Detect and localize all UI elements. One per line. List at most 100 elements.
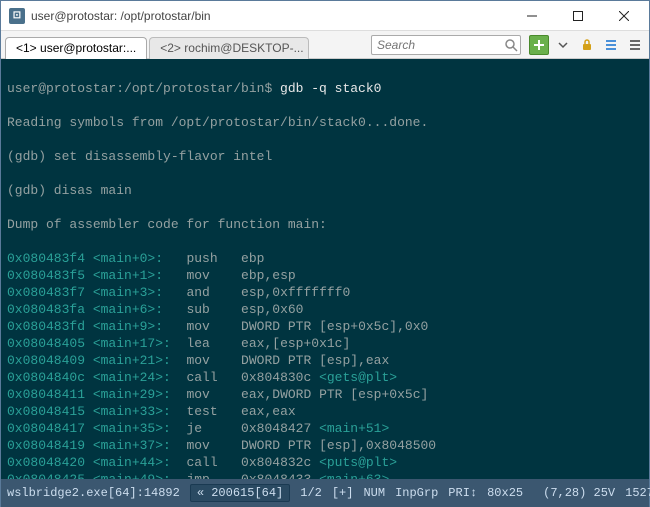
asm-line: 0x08048425 <main+49>: jmp 0x8048433 <mai… <box>7 471 643 479</box>
asm-symbol: <main+29>: <box>93 387 187 402</box>
status-pri: PRI↕ <box>448 486 477 500</box>
asm-mnemonic: push ebp <box>186 251 264 266</box>
asm-address: 0x080483fd <box>7 319 93 334</box>
status-pane: 1/2 <box>300 486 322 500</box>
asm-address: 0x080483f7 <box>7 285 93 300</box>
status-process: wslbridge2.exe[64]:14892 <box>7 486 180 500</box>
asm-line: 0x080483f5 <main+1>: mov ebp,esp <box>7 267 643 284</box>
new-tab-button[interactable] <box>529 35 549 55</box>
asm-address: 0x080483f5 <box>7 268 93 283</box>
asm-mnemonic: call 0x804830c <box>186 370 319 385</box>
asm-line: 0x0804840c <main+24>: call 0x804830c <ge… <box>7 369 643 386</box>
asm-symbol: <main+24>: <box>93 370 187 385</box>
dropdown-button[interactable] <box>553 35 573 55</box>
asm-arg-symbol: <main+51> <box>319 421 389 436</box>
tab-active[interactable]: <1> user@protostar:... <box>5 37 147 59</box>
search-wrap <box>371 35 521 55</box>
prompt-path: user@protostar:/opt/protostar/bin$ <box>7 81 280 96</box>
asm-address: 0x080483f4 <box>7 251 93 266</box>
asm-symbol: <main+9>: <box>93 319 187 334</box>
asm-symbol: <main+35>: <box>93 421 187 436</box>
asm-symbol: <main+37>: <box>93 438 187 453</box>
app-icon: ⊡ <box>9 8 25 24</box>
lock-button[interactable] <box>577 35 597 55</box>
asm-address: 0x0804840c <box>7 370 93 385</box>
asm-mnemonic: je 0x8048427 <box>186 421 319 436</box>
asm-mnemonic: mov DWORD PTR [esp+0x5c],0x0 <box>186 319 428 334</box>
asm-symbol: <main+49>: <box>93 472 187 479</box>
output-line: Reading symbols from /opt/protostar/bin/… <box>7 114 643 131</box>
asm-line: 0x08048419 <main+37>: mov DWORD PTR [esp… <box>7 437 643 454</box>
asm-mnemonic: mov eax,DWORD PTR [esp+0x5c] <box>186 387 428 402</box>
minimize-button[interactable] <box>509 1 555 31</box>
status-cursor: (7,28) 25V <box>543 486 615 500</box>
status-history-button[interactable]: « 200615[64] <box>190 484 290 502</box>
status-mem: 15272/12608 <box>625 486 650 500</box>
asm-mnemonic: and esp,0xfffffff0 <box>186 285 350 300</box>
asm-address: 0x08048425 <box>7 472 93 479</box>
window-titlebar: ⊡ user@protostar: /opt/protostar/bin <box>1 1 649 31</box>
disassembly-block: 0x080483f4 <main+0>: push ebp0x080483f5 … <box>7 250 643 479</box>
asm-line: 0x08048415 <main+33>: test eax,eax <box>7 403 643 420</box>
menu-icon <box>628 38 642 52</box>
status-inpgrp: InpGrp <box>395 486 438 500</box>
asm-arg-symbol: <gets@plt> <box>319 370 397 385</box>
asm-line: 0x08048420 <main+44>: call 0x804832c <pu… <box>7 454 643 471</box>
asm-line: 0x080483f4 <main+0>: push ebp <box>7 250 643 267</box>
asm-address: 0x08048419 <box>7 438 93 453</box>
list-icon <box>604 38 618 52</box>
asm-symbol: <main+33>: <box>93 404 187 419</box>
asm-line: 0x08048405 <main+17>: lea eax,[esp+0x1c] <box>7 335 643 352</box>
asm-address: 0x08048420 <box>7 455 93 470</box>
asm-address: 0x08048405 <box>7 336 93 351</box>
asm-symbol: <main+1>: <box>93 268 187 283</box>
asm-line: 0x080483fa <main+6>: sub esp,0x60 <box>7 301 643 318</box>
maximize-button[interactable] <box>555 1 601 31</box>
asm-mnemonic: mov ebp,esp <box>186 268 295 283</box>
tab-inactive[interactable]: <2> rochim@DESKTOP-... <box>149 37 309 59</box>
status-plus: [+] <box>332 486 354 500</box>
terminal-output[interactable]: user@protostar:/opt/protostar/bin$ gdb -… <box>1 59 649 479</box>
asm-arg-symbol: <main+63> <box>319 472 389 479</box>
asm-arg-symbol: <puts@plt> <box>319 455 397 470</box>
asm-mnemonic: call 0x804832c <box>186 455 319 470</box>
asm-symbol: <main+0>: <box>93 251 187 266</box>
output-line: (gdb) disas main <box>7 182 643 199</box>
asm-mnemonic: mov DWORD PTR [esp],0x8048500 <box>186 438 436 453</box>
asm-line: 0x080483fd <main+9>: mov DWORD PTR [esp+… <box>7 318 643 335</box>
asm-address: 0x080483fa <box>7 302 93 317</box>
asm-mnemonic: test eax,eax <box>186 404 295 419</box>
output-line: Dump of assembler code for function main… <box>7 216 643 233</box>
asm-symbol: <main+44>: <box>93 455 187 470</box>
asm-line: 0x08048411 <main+29>: mov eax,DWORD PTR … <box>7 386 643 403</box>
chevron-down-icon <box>558 40 568 50</box>
window-title: user@protostar: /opt/protostar/bin <box>31 9 509 23</box>
asm-symbol: <main+6>: <box>93 302 187 317</box>
asm-line: 0x08048409 <main+21>: mov DWORD PTR [esp… <box>7 352 643 369</box>
close-button[interactable] <box>601 1 647 31</box>
asm-address: 0x08048415 <box>7 404 93 419</box>
status-size: 80x25 <box>487 486 523 500</box>
command-text: gdb -q stack0 <box>280 81 381 96</box>
asm-mnemonic: lea eax,[esp+0x1c] <box>186 336 350 351</box>
asm-symbol: <main+21>: <box>93 353 187 368</box>
asm-line: 0x080483f7 <main+3>: and esp,0xfffffff0 <box>7 284 643 301</box>
search-input[interactable] <box>371 35 521 55</box>
list-view-button[interactable] <box>601 35 621 55</box>
asm-mnemonic: sub esp,0x60 <box>186 302 303 317</box>
search-icon <box>504 38 518 52</box>
asm-address: 0x08048417 <box>7 421 93 436</box>
asm-symbol: <main+17>: <box>93 336 187 351</box>
output-line: (gdb) set disassembly-flavor intel <box>7 148 643 165</box>
asm-address: 0x08048411 <box>7 387 93 402</box>
toolbar: <1> user@protostar:... <2> rochim@DESKTO… <box>1 31 649 59</box>
asm-address: 0x08048409 <box>7 353 93 368</box>
asm-mnemonic: jmp 0x8048433 <box>186 472 319 479</box>
menu-button[interactable] <box>625 35 645 55</box>
status-num: NUM <box>363 486 385 500</box>
asm-mnemonic: mov DWORD PTR [esp],eax <box>186 353 389 368</box>
asm-line: 0x08048417 <main+35>: je 0x8048427 <main… <box>7 420 643 437</box>
asm-symbol: <main+3>: <box>93 285 187 300</box>
statusbar: wslbridge2.exe[64]:14892 « 200615[64] 1/… <box>1 479 649 507</box>
lock-icon <box>580 38 594 52</box>
